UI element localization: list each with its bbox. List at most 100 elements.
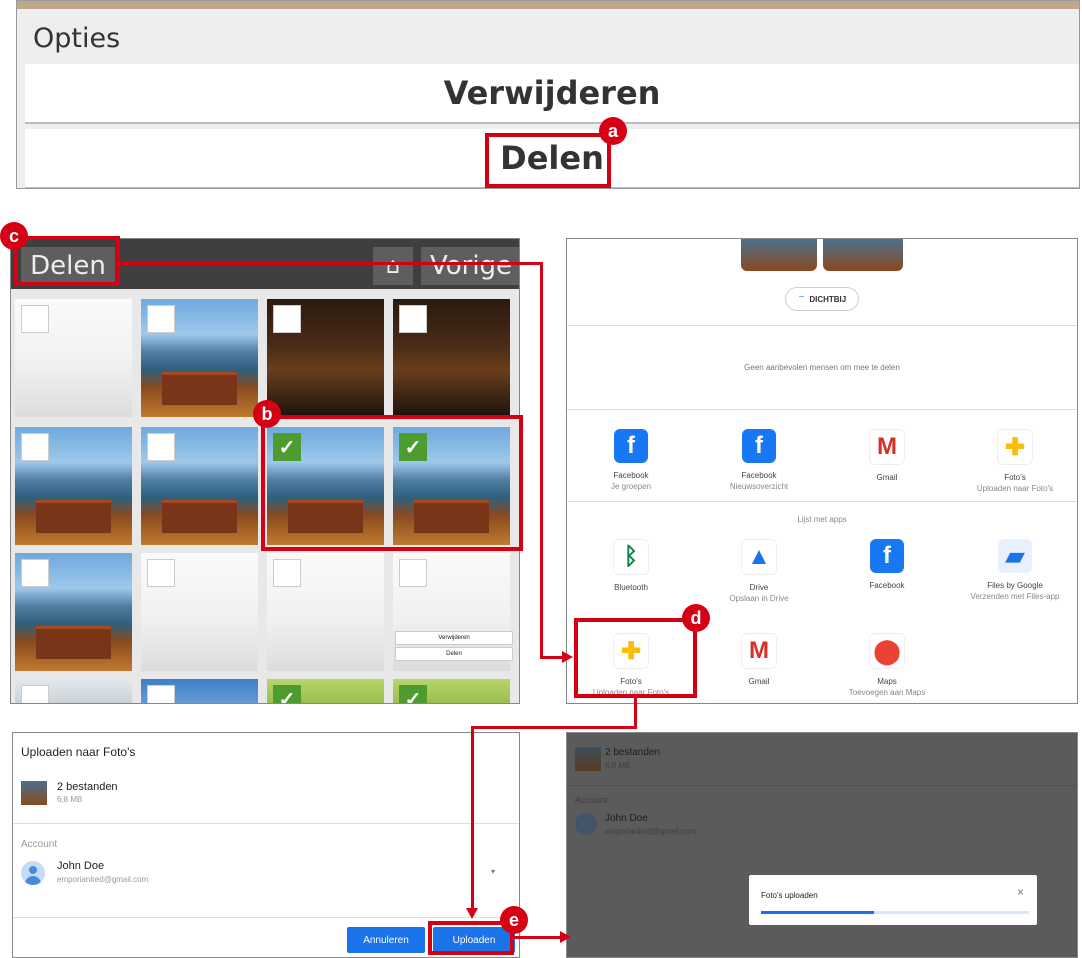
app-subtitle: Verzenden met Files-app [970,592,1060,601]
dialog-title: Uploaden naar Foto's [21,745,136,759]
app-subtitle: Opslaan in Drive [729,594,789,603]
annotation-box-d [574,618,697,698]
badge-a: a [599,117,627,145]
checkbox[interactable] [147,305,175,333]
connector-line [471,726,637,729]
app-name: Facebook [741,471,777,480]
photo-thumbnail[interactable] [15,427,132,545]
photo-thumbnail[interactable]: ✓ [267,679,384,703]
app-name: Foto's [1004,473,1026,482]
divider [13,917,519,918]
app-tile-bluetooth[interactable]: ᛒ Bluetooth [567,539,695,594]
photo-thumbnail[interactable] [267,553,384,671]
checked-checkbox[interactable]: ✓ [273,685,301,703]
facebook-icon: f [742,429,776,463]
photo-thumbnail[interactable]: ✓ [393,679,510,703]
checkbox[interactable] [399,559,427,587]
photo-strip [17,1,1079,9]
checkbox[interactable] [21,685,49,703]
account-label: Account [21,839,58,850]
checked-checkbox[interactable]: ✓ [399,685,427,703]
annotation-box-a [485,133,611,188]
app-subtitle: Toevoegen aan Maps [848,688,926,697]
close-icon[interactable]: × [1017,885,1024,899]
photo-thumbnail[interactable] [15,299,132,417]
home-icon[interactable]: ⌂ [373,247,413,285]
photo-thumbnail[interactable] [141,299,258,417]
bluetooth-icon: ᛒ [613,539,649,575]
bench-shape [162,499,237,534]
photo-thumbnail[interactable] [141,679,258,703]
photo-thumbnail[interactable] [393,299,510,417]
app-tile-gmail[interactable]: M Gmail [695,633,823,688]
mini-delete-item: Verwijderen [395,631,513,645]
account-name: John Doe [57,860,105,872]
app-subtitle: Nieuwsoverzicht [729,482,789,491]
gmail-icon: M [869,429,905,465]
photo-thumbnail[interactable] [15,679,132,703]
badge-c: c [0,222,28,250]
apps-list-label: Lijst met apps [797,515,847,524]
checkbox[interactable] [399,305,427,333]
arrow-head-icon [562,651,573,663]
bench-shape [36,499,111,534]
cancel-button[interactable]: Annuleren [347,927,425,953]
app-name: Drive [749,583,769,592]
checkbox[interactable] [147,433,175,461]
files-count: 2 bestanden [57,781,118,793]
app-subtitle: Uploaden naar Foto's [976,484,1054,493]
app-name: Gmail [748,677,770,686]
app-tile-facebook[interactable]: f Facebook Nieuwsoverzicht [695,429,823,491]
connector-line [514,936,562,939]
bench-shape [162,371,237,406]
checkbox[interactable] [21,305,49,333]
photo-thumbnail[interactable] [141,553,258,671]
annotation-box-c [14,236,120,286]
facebook-icon: f [870,539,904,573]
google-photos-icon: ✚ [997,429,1033,465]
arrow-head-icon [466,908,478,919]
files-count: 2 bestanden [605,747,661,758]
nearby-share-button[interactable]: ⌔ DICHTBIJ [785,287,859,311]
app-tile-gmail[interactable]: M Gmail [823,429,951,484]
options-heading: Opties [33,23,121,54]
files-thumbnail [575,747,601,771]
app-tile-google-photos[interactable]: ✚ Foto's Uploaden naar Foto's [951,429,1077,493]
checkbox[interactable] [147,685,175,703]
checkbox[interactable] [273,305,301,333]
photo-thumbnail[interactable] [15,553,132,671]
app-tile-facebook[interactable]: f Facebook [823,539,951,592]
app-tile-facebook[interactable]: f Facebook Je groepen [567,429,695,491]
account-name: John Doe [605,813,648,824]
checkbox[interactable] [21,433,49,461]
checkbox[interactable] [147,559,175,587]
app-tile-files-by-google[interactable]: ▰ Files by Google Verzenden met Files-app [951,539,1077,601]
app-tile-google-maps[interactable]: ⬤ Maps Toevoegen aan Maps [823,633,951,697]
photo-thumbnail[interactable] [267,299,384,417]
checkbox[interactable] [21,559,49,587]
delete-button[interactable]: Verwijderen [25,64,1079,124]
bench-shape [36,625,111,660]
badge-b: b [253,400,281,428]
no-suggested-people-text: Geen aanbevolen mensen om mee te delen [744,363,900,372]
avatar [21,861,45,885]
files-size: 6,8 MB [605,761,631,770]
divider [567,409,1077,410]
divider [13,823,519,824]
app-subtitle: Je groepen [610,482,652,491]
google-maps-icon: ⬤ [869,633,905,669]
arrow-head-icon [560,931,571,943]
app-name: Files by Google [987,581,1043,590]
app-name: Facebook [869,581,905,590]
app-tile-google-drive[interactable]: ▲ Drive Opslaan in Drive [695,539,823,603]
back-button[interactable]: Vorige [421,247,519,285]
preview-thumbnail [823,239,903,271]
divider [567,785,1077,786]
photo-thumbnail[interactable] [141,427,258,545]
account-email: emporianlred@gmail.com [605,827,697,836]
account-dropdown-icon[interactable]: ▾ [491,867,495,876]
files-thumbnail [21,781,47,805]
checkbox[interactable] [273,559,301,587]
badge-d: d [682,604,710,632]
app-name: Maps [877,677,897,686]
